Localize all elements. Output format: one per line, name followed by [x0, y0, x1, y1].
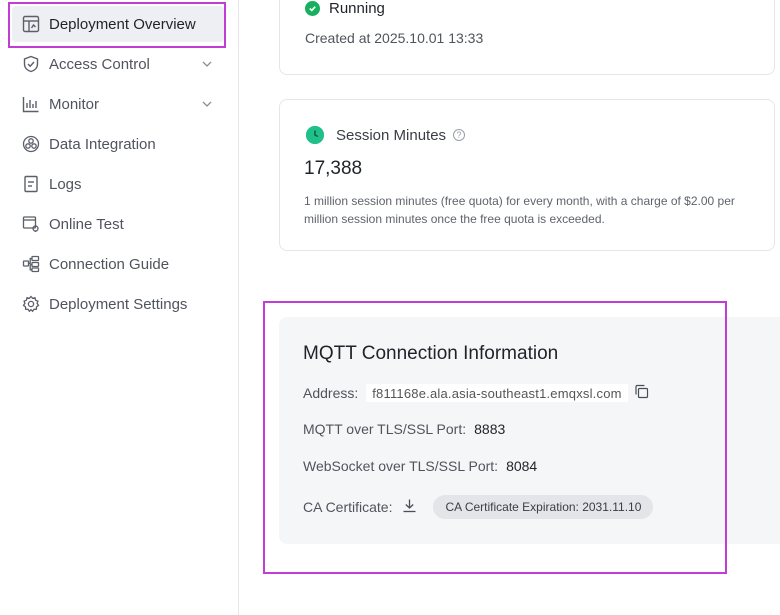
sidebar-item-label: Connection Guide: [49, 255, 170, 273]
sidebar-item-label: Online Test: [49, 215, 124, 233]
session-minutes-card: Session Minutes ? 17,388 1 million sessi…: [279, 99, 775, 251]
highlight-outline: [263, 301, 727, 574]
status-indicator: Running: [305, 0, 385, 17]
sidebar-item-monitor[interactable]: Monitor: [12, 86, 224, 122]
sidebar-item-online-test[interactable]: Online Test: [12, 206, 224, 242]
check-circle-icon: [305, 1, 320, 16]
created-timestamp: Created at 2025.10.01 13:33: [305, 30, 484, 46]
sidebar-item-connection-guide[interactable]: Connection Guide: [12, 246, 224, 282]
bar-chart-icon: [21, 94, 41, 114]
session-minutes-description: 1 million session minutes (free quota) f…: [304, 194, 735, 226]
sidebar-item-label: Deployment Settings: [49, 295, 188, 313]
clock-icon: [306, 126, 324, 144]
sidebar: Deployment Overview Access Control Monit…: [0, 0, 239, 615]
integration-icon: [21, 134, 41, 154]
shield-check-icon: [21, 54, 41, 74]
session-minutes-value: 17,388: [304, 158, 363, 179]
session-minutes-title: Session Minutes: [336, 126, 447, 144]
document-icon: [21, 174, 41, 194]
status-label: Running: [329, 0, 385, 17]
online-test-icon: [21, 214, 41, 234]
sidebar-item-logs[interactable]: Logs: [12, 166, 224, 202]
sidebar-item-deployment-settings[interactable]: Deployment Settings: [12, 286, 224, 322]
gear-icon: [21, 294, 41, 314]
connection-guide-icon: [21, 254, 41, 274]
highlight-outline: [8, 2, 226, 48]
sidebar-item-access-control[interactable]: Access Control: [12, 46, 224, 82]
chevron-down-icon[interactable]: [200, 97, 214, 111]
help-icon[interactable]: ?: [453, 129, 466, 141]
status-card: Running Created at 2025.10.01 13:33: [279, 0, 775, 75]
chevron-down-icon[interactable]: [200, 57, 214, 71]
sidebar-item-label: Data Integration: [49, 135, 156, 153]
sidebar-item-data-integration[interactable]: Data Integration: [12, 126, 224, 162]
sidebar-item-label: Access Control: [49, 55, 150, 73]
sidebar-item-label: Logs: [49, 175, 82, 193]
sidebar-item-label: Monitor: [49, 95, 100, 113]
session-minutes-header: Session Minutes ?: [306, 126, 466, 144]
